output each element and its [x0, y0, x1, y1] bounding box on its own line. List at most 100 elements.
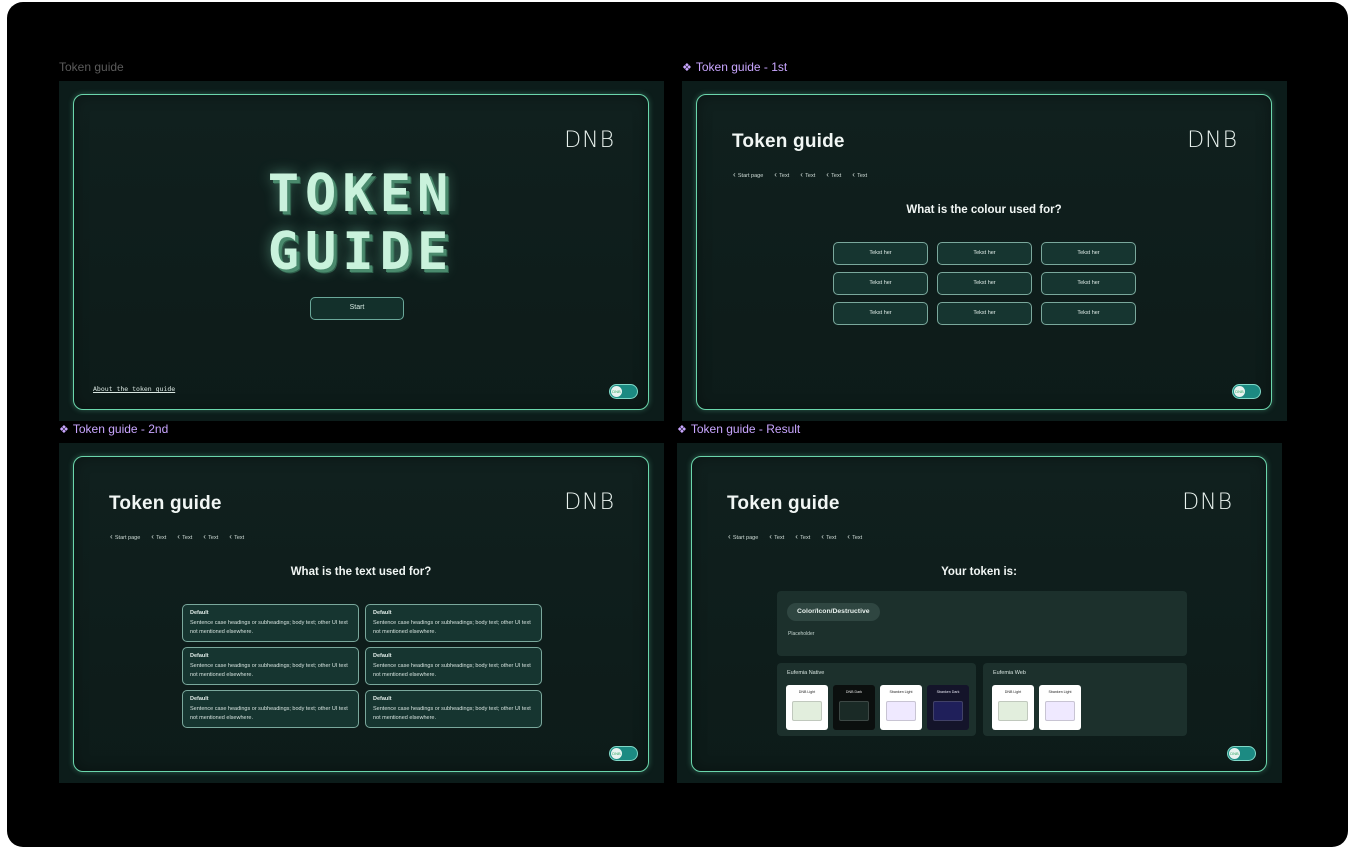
toggle-knob: DNB — [611, 386, 622, 397]
second-card: Token guide DNB Start page Text Text Tex… — [73, 456, 649, 772]
breadcrumb-item[interactable]: Text — [821, 532, 836, 541]
title-line-2: GUIDE — [267, 222, 455, 282]
native-swatches: DNB Light DNB Dark Sbanken Light Sbanken Da… — [786, 685, 969, 730]
breadcrumb-item[interactable]: Text — [774, 170, 789, 179]
breadcrumb-item[interactable]: Text — [852, 170, 867, 179]
option-desc: Sentence case headings or subheadings; b… — [373, 620, 531, 635]
option-title: Default — [373, 696, 392, 702]
breadcrumb-start-page[interactable]: Start page — [733, 170, 763, 179]
page-title: Token guide — [727, 493, 840, 514]
option-title: Default — [190, 610, 209, 616]
option-card[interactable]: Default Sentence case headings or subhead… — [365, 647, 542, 685]
breadcrumb-item[interactable]: Text — [151, 532, 166, 541]
breadcrumb-item[interactable]: Text — [826, 170, 841, 179]
theme-swatch[interactable]: DNB Dark — [833, 685, 875, 730]
breadcrumb: Start page Text Text Text Text — [110, 532, 244, 541]
frame-first[interactable]: Token guide DNB Start page Text Text Tex… — [682, 81, 1287, 421]
answer-button[interactable]: Tekst her — [1041, 272, 1136, 295]
frame-second[interactable]: Token guide DNB Start page Text Text Tex… — [59, 443, 664, 783]
about-link[interactable]: About the token guide — [93, 385, 175, 393]
option-card[interactable]: Default Sentence case headings or subhead… — [365, 604, 542, 642]
dnb-logo: DNB — [1187, 128, 1238, 153]
answer-button[interactable]: Tekst her — [833, 302, 928, 325]
frame-label-token-guide[interactable]: Token guide — [59, 60, 124, 74]
first-card: Token guide DNB Start page Text Text Tex… — [696, 94, 1272, 410]
breadcrumb-item[interactable]: Text — [229, 532, 244, 541]
option-title: Default — [190, 653, 209, 659]
frame-label-second[interactable]: ❖ Token guide - 2nd — [59, 422, 168, 436]
option-grid: Default Sentence case headings or subhead… — [182, 604, 542, 728]
toggle-knob: DNB — [611, 748, 622, 759]
breadcrumb-start-page[interactable]: Start page — [728, 532, 758, 541]
answer-button[interactable]: Tekst her — [833, 242, 928, 265]
theme-toggle[interactable]: DNB — [1232, 384, 1261, 399]
breadcrumb-item[interactable]: Text — [795, 532, 810, 541]
swatch-name: DNB Light — [798, 690, 816, 694]
dnb-logo: DNB — [1182, 490, 1233, 515]
component-icon: ❖ — [682, 62, 692, 74]
frame-intro[interactable]: DNB TOKEN GUIDE Start About the token gu… — [59, 81, 664, 421]
theme-box-label: Eufemia Native — [787, 670, 825, 676]
swatch-color-chip — [933, 701, 963, 721]
theme-swatch[interactable]: Sbanken Light — [880, 685, 922, 730]
frame-label-text: Token guide - 1st — [695, 60, 788, 74]
answer-button[interactable]: Tekst her — [937, 302, 1032, 325]
option-card[interactable]: Default Sentence case headings or subhead… — [182, 690, 359, 728]
result-heading: Your token is: — [941, 566, 1017, 578]
option-card[interactable]: Default Sentence case headings or subhead… — [182, 647, 359, 685]
design-canvas: Token guide ❖ Token guide - 1st ❖ Token gu… — [7, 2, 1348, 847]
component-icon: ❖ — [677, 424, 687, 436]
start-button[interactable]: Start — [310, 297, 404, 320]
option-desc: Sentence case headings or subheadings; b… — [373, 663, 531, 678]
logo-text: DNB — [564, 128, 615, 153]
swatch-color-chip — [839, 701, 869, 721]
answer-button[interactable]: Tekst her — [1041, 302, 1136, 325]
option-card[interactable]: Default Sentence case headings or subhead… — [182, 604, 359, 642]
question: What is the colour used for? — [906, 204, 1062, 216]
toggle-knob: DNB — [1229, 748, 1240, 759]
page-title: Token guide — [109, 493, 222, 514]
breadcrumb-start-page[interactable]: Start page — [110, 532, 140, 541]
frame-label-text: Token guide - Result — [690, 422, 801, 436]
answer-grid: Tekst her Tekst her Tekst her Tekst her … — [833, 242, 1136, 325]
token-placeholder: Placeholder — [788, 631, 815, 637]
theme-toggle[interactable]: DNB — [609, 384, 638, 399]
swatch-color-chip — [886, 701, 916, 721]
breadcrumb-item[interactable]: Text — [177, 532, 192, 541]
token-result-box: Color/Icon/Destructive Placeholder — [777, 591, 1187, 656]
breadcrumb-item[interactable]: Text — [769, 532, 784, 541]
swatch-name: Sbanken Dark — [936, 690, 960, 694]
breadcrumb-item[interactable]: Text — [847, 532, 862, 541]
theme-swatch[interactable]: DNB Light — [786, 685, 828, 730]
option-desc: Sentence case headings or subheadings; b… — [190, 620, 348, 635]
token-pill[interactable]: Color/Icon/Destructive — [787, 603, 880, 621]
breadcrumb: Start page Text Text Text Text — [728, 532, 862, 541]
web-swatches: DNB Light Sbanken Light — [992, 685, 1081, 730]
theme-swatch[interactable]: Sbanken Light — [1039, 685, 1081, 730]
option-desc: Sentence case headings or subheadings; b… — [190, 663, 348, 678]
question: What is the text used for? — [290, 566, 432, 578]
answer-button[interactable]: Tekst her — [937, 242, 1032, 265]
swatch-name: Sbanken Light — [889, 690, 913, 694]
option-card[interactable]: Default Sentence case headings or subhead… — [365, 690, 542, 728]
result-card: Token guide DNB Start page Text Text Tex… — [691, 456, 1267, 772]
theme-toggle[interactable]: DNB — [1227, 746, 1256, 761]
intro-card: DNB TOKEN GUIDE Start About the token gu… — [73, 94, 649, 410]
swatch-name: Sbanken Light — [1048, 690, 1072, 694]
answer-button[interactable]: Tekst her — [937, 272, 1032, 295]
toggle-knob: DNB — [1234, 386, 1245, 397]
frame-label-result[interactable]: ❖ Token guide - Result — [677, 422, 800, 436]
answer-button[interactable]: Tekst her — [833, 272, 928, 295]
frame-label-first[interactable]: ❖ Token guide - 1st — [682, 60, 787, 74]
option-title: Default — [373, 653, 392, 659]
breadcrumb-item[interactable]: Text — [800, 170, 815, 179]
logo-text: DNB — [564, 490, 615, 515]
theme-swatch[interactable]: DNB Light — [992, 685, 1034, 730]
frame-result[interactable]: Token guide DNB Start page Text Text Tex… — [677, 443, 1282, 783]
theme-toggle[interactable]: DNB — [609, 746, 638, 761]
answer-button[interactable]: Tekst her — [1041, 242, 1136, 265]
breadcrumb-item[interactable]: Text — [203, 532, 218, 541]
swatch-name: DNB Light — [1004, 690, 1022, 694]
swatch-color-chip — [1045, 701, 1075, 721]
theme-swatch[interactable]: Sbanken Dark — [927, 685, 969, 730]
